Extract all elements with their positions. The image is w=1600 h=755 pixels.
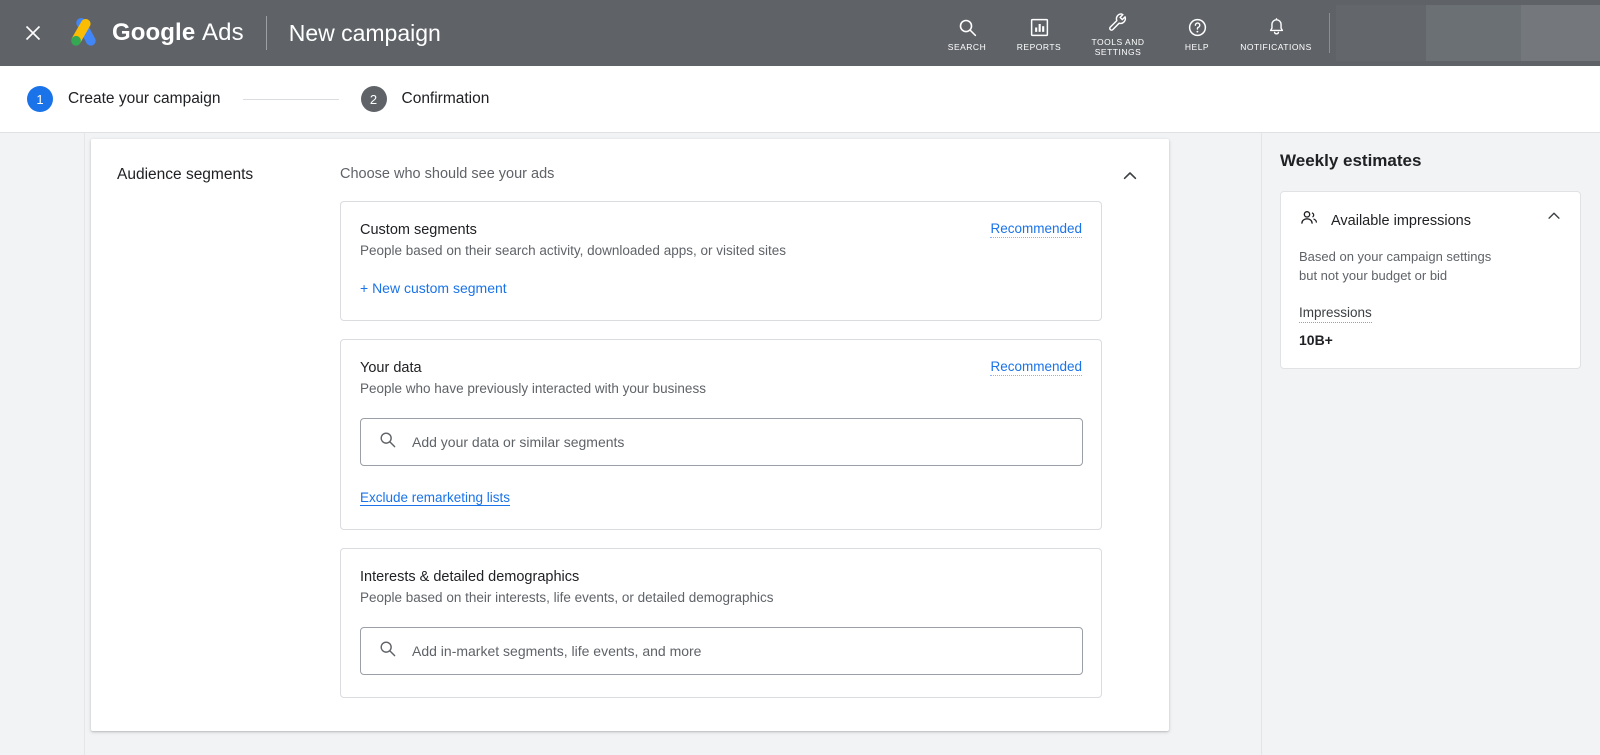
impressions-metric-label[interactable]: Impressions <box>1299 305 1372 323</box>
card-body: Custom segments People based on their se… <box>91 201 1169 698</box>
header-action-label: NOTIFICATIONS <box>1240 43 1312 53</box>
header-action-label: REPORTS <box>1017 43 1061 53</box>
google-ads-logo[interactable]: Google Ads <box>66 18 244 48</box>
people-group-icon <box>1299 208 1319 233</box>
step-number: 1 <box>27 86 53 112</box>
option-title: Interests & detailed demographics <box>360 569 1079 585</box>
close-button[interactable] <box>0 0 66 66</box>
audience-segments-card: Audience segments Choose who should see … <box>91 139 1169 731</box>
brand-ads: Ads <box>202 19 244 46</box>
weekly-estimates-title: Weekly estimates <box>1280 151 1600 171</box>
header-action-notifications[interactable]: NOTIFICATIONS <box>1233 0 1319 66</box>
brand-name: Google Ads <box>112 19 244 47</box>
option-description: People based on their search activity, d… <box>360 243 1079 258</box>
page-title: New campaign <box>289 20 441 47</box>
weekly-estimates-panel: Weekly estimates Available impressions <box>1261 133 1600 755</box>
step-label: Create your campaign <box>68 90 221 108</box>
option-description: People based on their interests, life ev… <box>360 590 1079 605</box>
option-custom-segments: Custom segments People based on their se… <box>340 201 1102 321</box>
available-impressions-label: Available impressions <box>1331 213 1471 229</box>
header-action-reports[interactable]: REPORTS <box>1003 0 1075 66</box>
recommended-badge[interactable]: Recommended <box>990 359 1082 376</box>
impressions-metric-value: 10B+ <box>1299 332 1563 348</box>
header-action-help[interactable]: HELP <box>1161 0 1233 66</box>
header-action-tools-and-settings[interactable]: TOOLS AND SETTINGS <box>1075 0 1161 66</box>
section-subtitle: Choose who should see your ads <box>340 166 554 182</box>
card-header: Audience segments Choose who should see … <box>91 139 1169 201</box>
stepper-step-create-campaign[interactable]: 1 Create your campaign <box>27 86 221 112</box>
search-placeholder: Add your data or similar segments <box>412 434 624 450</box>
brand-google: Google <box>112 19 195 46</box>
collapse-estimates-button[interactable] <box>1540 204 1568 232</box>
option-title: Your data <box>360 360 1079 376</box>
option-interests-demographics: Interests & detailed demographics People… <box>340 548 1102 698</box>
left-gutter <box>0 133 85 755</box>
header-action-label: SEARCH <box>948 43 986 53</box>
search-icon <box>378 639 397 663</box>
search-icon <box>378 430 397 454</box>
help-question-circle-icon <box>1187 15 1208 39</box>
stepper-step-confirmation[interactable]: 2 Confirmation <box>361 86 490 112</box>
stepper-connector-line <box>243 99 339 100</box>
top-header-bar: Google Ads New campaign SEARCH <box>0 0 1600 66</box>
step-label: Confirmation <box>402 90 490 108</box>
workspace: Audience segments Choose who should see … <box>0 133 1600 755</box>
step-number: 2 <box>361 86 387 112</box>
new-custom-segment-link[interactable]: + New custom segment <box>360 280 507 296</box>
header-divider <box>266 16 267 50</box>
option-title: Custom segments <box>360 222 1079 238</box>
account-info-block[interactable] <box>1336 5 1600 61</box>
option-description: People who have previously interacted wi… <box>360 381 1079 396</box>
close-icon <box>23 23 43 43</box>
header-actions-divider <box>1329 13 1330 53</box>
available-impressions-header: Available impressions <box>1299 208 1563 233</box>
interests-search-input[interactable]: Add in-market segments, life events, and… <box>360 627 1083 675</box>
search-placeholder: Add in-market segments, life events, and… <box>412 643 701 659</box>
exclude-remarketing-lists-link[interactable]: Exclude remarketing lists <box>360 490 510 506</box>
header-action-label: TOOLS AND SETTINGS <box>1075 38 1161 58</box>
ads-logo-icon <box>66 18 100 48</box>
header-action-label: HELP <box>1185 43 1209 53</box>
header-actions: SEARCH REPORTS TOOLS AND SETTINGS <box>931 0 1600 66</box>
recommended-badge[interactable]: Recommended <box>990 221 1082 238</box>
bell-notifications-icon <box>1266 15 1287 39</box>
campaign-stepper: 1 Create your campaign 2 Confirmation <box>0 66 1600 133</box>
chevron-up-icon <box>1545 207 1563 230</box>
collapse-section-button[interactable] <box>1113 161 1147 195</box>
estimates-description: Based on your campaign settings but not … <box>1299 248 1495 286</box>
header-action-search[interactable]: SEARCH <box>931 0 1003 66</box>
reports-bar-chart-icon <box>1029 15 1050 39</box>
search-icon <box>957 15 978 39</box>
your-data-search-input[interactable]: Add your data or similar segments <box>360 418 1083 466</box>
option-your-data: Your data People who have previously int… <box>340 339 1102 530</box>
wrench-tools-icon <box>1107 10 1129 34</box>
section-title: Audience segments <box>117 166 253 184</box>
available-impressions-card: Available impressions Based on your camp… <box>1280 191 1581 369</box>
chevron-up-icon <box>1120 166 1140 191</box>
